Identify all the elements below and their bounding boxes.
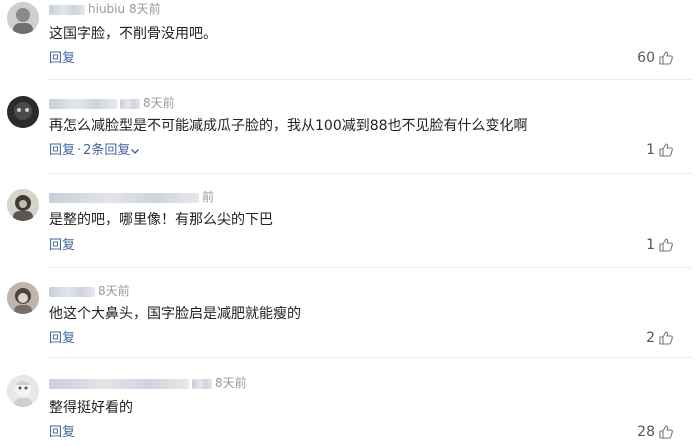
thumbs-up-icon [659, 238, 673, 252]
comment-item: hiubiu 8天前 这国字脸，不削骨没用吧。 回复 60 [0, 0, 700, 80]
comment-text: 再怎么减脸型是不可能减成瓜子脸的，我从100减到88也不见脸有什么变化啊 [49, 118, 528, 134]
comment-item: 8天前 整得挺好看的 回复 28 [0, 358, 700, 446]
comment-actions: 回复 [49, 51, 75, 67]
comment-actions: 回复 [49, 425, 75, 441]
comment-text: 是整的吧，哪里像！有那么尖的下巴 [49, 212, 273, 228]
comment-text: 他这个大鼻头，国字脸启是减肥就能瘦的 [49, 306, 301, 322]
like-count: 1 [646, 142, 655, 158]
like-button[interactable]: 60 [637, 50, 674, 66]
avatar[interactable] [7, 375, 39, 407]
comment-meta: 8天前 [49, 284, 249, 298]
avatar[interactable] [7, 282, 39, 314]
comment-actions: 回复 [49, 238, 75, 254]
comment-item: 8天前 再怎么减脸型是不可能减成瓜子脸的，我从100减到88也不见脸有什么变化啊… [0, 80, 700, 174]
reply-button[interactable]: 回复 [49, 238, 75, 253]
thumbs-up-icon [659, 425, 673, 439]
username-blurred [49, 378, 189, 389]
reply-button[interactable]: 回复 [49, 51, 75, 66]
comment-text: 这国字脸，不削骨没用吧。 [49, 26, 217, 42]
like-button[interactable]: 28 [637, 424, 674, 440]
comment-time: 前 [202, 190, 215, 204]
username-blurred [49, 192, 199, 203]
username-blurred [49, 98, 117, 109]
comment-meta: 前 [49, 190, 249, 204]
comment-time: 8天前 [215, 376, 247, 390]
avatar[interactable] [7, 2, 39, 34]
reply-button[interactable]: 回复 [49, 331, 75, 346]
like-count: 60 [637, 50, 655, 66]
like-button[interactable]: 1 [646, 237, 674, 253]
like-count: 1 [646, 237, 655, 253]
like-button[interactable]: 2 [646, 330, 674, 346]
reply-button[interactable]: 回复 [49, 425, 75, 440]
reply-button[interactable]: 回复 [49, 143, 75, 158]
comment-actions: 回复 [49, 331, 75, 347]
comment-meta: hiubiu 8天前 [49, 2, 249, 16]
thumbs-up-icon [659, 143, 673, 157]
username-blurred [49, 4, 85, 15]
comment-time: 8天前 [98, 284, 130, 298]
comment-item: 前 是整的吧，哪里像！有那么尖的下巴 回复 1 [0, 174, 700, 268]
comment-text: 整得挺好看的 [49, 400, 133, 416]
view-replies-button[interactable]: 2条回复 [83, 143, 140, 158]
comment-time: 8天前 [128, 2, 161, 16]
replies-count-label: 2条回复 [83, 143, 131, 158]
comment-time: 8天前 [143, 96, 175, 110]
avatar[interactable] [7, 189, 39, 221]
comment-meta: 8天前 [49, 376, 249, 390]
like-count: 28 [637, 424, 655, 440]
chevron-down-icon [131, 148, 140, 154]
comment-meta: 8天前 [49, 96, 249, 110]
username: hiubiu [88, 2, 126, 16]
thumbs-up-icon [659, 331, 673, 345]
thumbs-up-icon [659, 51, 673, 65]
like-count: 2 [646, 330, 655, 346]
comment-item: 8天前 他这个大鼻头，国字脸启是减肥就能瘦的 回复 2 [0, 268, 700, 358]
username-blurred [49, 286, 95, 297]
avatar[interactable] [7, 96, 39, 128]
like-button[interactable]: 1 [646, 142, 674, 158]
comment-actions: 回复 · 2条回复 [49, 143, 140, 159]
